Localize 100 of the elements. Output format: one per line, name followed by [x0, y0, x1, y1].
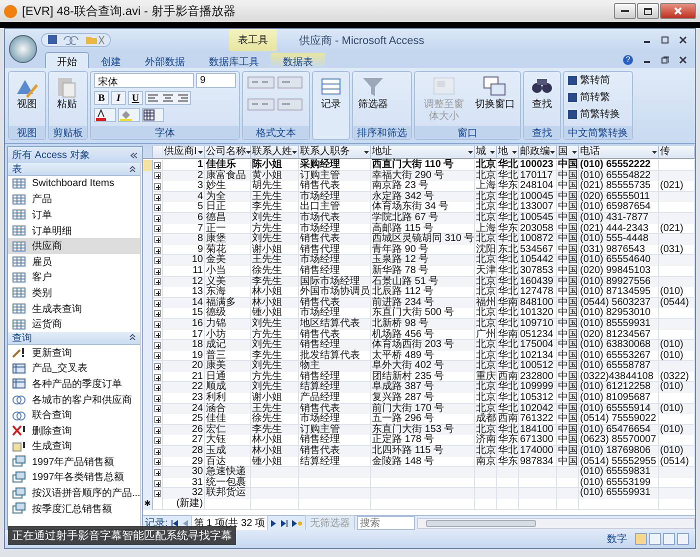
nav-item[interactable]: 1997年产品销售额: [8, 454, 140, 470]
ribbon-button[interactable]: 筛选器: [356, 73, 390, 112]
format-button[interactable]: U: [128, 91, 143, 105]
expand-icon[interactable]: [154, 310, 161, 318]
expand-icon[interactable]: [154, 394, 161, 402]
ribbon-tab[interactable]: 数据表: [271, 52, 325, 68]
maximize-button[interactable]: [637, 3, 659, 19]
search-field[interactable]: 搜索: [356, 516, 415, 530]
ribbon-tab[interactable]: 开始: [45, 52, 89, 68]
close-button[interactable]: [660, 3, 696, 19]
ribbon-button[interactable]: 切换窗口: [473, 73, 517, 112]
maximize-button[interactable]: [661, 36, 669, 44]
dropdown-arrow-icon[interactable]: [572, 150, 577, 154]
close-button[interactable]: [679, 36, 687, 44]
expand-icon[interactable]: [154, 162, 161, 169]
ribbon-tab[interactable]: 外部数据: [133, 52, 197, 68]
nav-section-header[interactable]: 查询: [8, 332, 140, 345]
nav-item[interactable]: 各种产品的季度订单: [8, 376, 140, 392]
column-header[interactable]: 公司名称: [205, 146, 251, 158]
dropdown-arrow-icon[interactable]: [550, 150, 555, 154]
gridlines-icon[interactable]: [142, 108, 164, 122]
ribbon-button[interactable]: 粘贴: [52, 73, 82, 112]
expand-icon[interactable]: [154, 204, 161, 212]
nav-item[interactable]: 按汉语拼音顺序的产品...: [8, 485, 140, 501]
font-name-field[interactable]: 宋体: [94, 73, 194, 88]
dropdown-arrow-icon[interactable]: [490, 150, 495, 154]
expand-icon[interactable]: [154, 437, 161, 444]
nav-item[interactable]: 运货商: [8, 316, 140, 332]
ribbon-button[interactable]: 简繁转换: [567, 107, 620, 121]
dropdown-arrow-icon[interactable]: [468, 150, 473, 154]
first-record-button[interactable]: [170, 520, 179, 526]
nav-item[interactable]: Switchboard Items: [8, 176, 140, 192]
last-record-button[interactable]: [280, 520, 289, 526]
column-header[interactable]: 城: [475, 146, 497, 158]
nav-item[interactable]: 订单: [8, 207, 140, 223]
dropdown-arrow-icon[interactable]: [652, 150, 657, 154]
expand-icon[interactable]: [154, 448, 161, 455]
ribbon-tab[interactable]: 创建: [89, 52, 133, 68]
font-color-icon[interactable]: [94, 108, 116, 122]
restore-button[interactable]: [661, 56, 669, 64]
column-header[interactable]: 地址: [371, 146, 475, 158]
ribbon-button[interactable]: 视图: [12, 73, 42, 112]
expand-icon[interactable]: [154, 320, 161, 328]
expand-icon[interactable]: [154, 194, 161, 201]
nav-section-header[interactable]: 表: [8, 163, 140, 176]
nav-item[interactable]: 产品_交叉表: [8, 360, 140, 376]
nav-item[interactable]: 订单明细: [8, 222, 140, 238]
expand-icon[interactable]: [154, 172, 161, 180]
horizontal-scrollbar[interactable]: [416, 518, 695, 528]
ribbon-button[interactable]: 简转繁: [567, 90, 620, 104]
ribbon-button[interactable]: 繁转简: [567, 73, 620, 87]
nav-item[interactable]: 按季度汇总销售额: [8, 500, 140, 516]
new-record-button[interactable]: [290, 520, 303, 526]
column-header[interactable]: 邮政编: [519, 146, 557, 158]
column-header[interactable]: 国: [557, 146, 579, 158]
expand-icon[interactable]: [154, 426, 161, 434]
expand-icon[interactable]: [154, 384, 161, 392]
expand-icon[interactable]: [154, 405, 161, 412]
next-record-button[interactable]: [270, 520, 278, 526]
column-header[interactable]: 地: [497, 146, 519, 158]
expand-icon[interactable]: [154, 374, 161, 381]
column-header[interactable]: 供应商I: [163, 146, 205, 158]
minimize-button[interactable]: [614, 3, 636, 19]
nav-item[interactable]: 1997年各类销售总额: [8, 470, 140, 486]
expand-icon[interactable]: [154, 225, 161, 232]
collapse-icon[interactable]: [129, 164, 136, 174]
expand-icon[interactable]: [154, 236, 161, 243]
nav-item[interactable]: 类别: [8, 285, 140, 301]
expand-icon[interactable]: [154, 300, 161, 307]
dropdown-arrow-icon[interactable]: [198, 150, 203, 154]
column-header[interactable]: 联系人姓: [251, 146, 299, 158]
nav-item[interactable]: 生成表查询: [8, 300, 140, 316]
expand-icon[interactable]: [154, 416, 161, 424]
close-button[interactable]: [679, 56, 687, 64]
format-button[interactable]: I: [111, 91, 126, 105]
nav-item[interactable]: 更新查询: [8, 344, 140, 361]
fill-color-icon[interactable]: [118, 108, 140, 122]
collapse-icon[interactable]: [130, 152, 138, 158]
expand-icon[interactable]: [154, 246, 161, 254]
expand-icon[interactable]: [154, 214, 161, 222]
nav-item[interactable]: 联合查询: [8, 407, 140, 423]
column-header[interactable]: 电话: [579, 146, 659, 158]
expand-icon[interactable]: [154, 182, 161, 190]
nav-item[interactable]: 产品: [8, 192, 140, 208]
office-button[interactable]: [9, 35, 37, 63]
nav-item[interactable]: 雇员: [8, 254, 140, 270]
dropdown-arrow-icon[interactable]: [292, 150, 297, 154]
nav-item[interactable]: 删除查询: [8, 422, 140, 438]
expand-icon[interactable]: [154, 352, 161, 360]
expand-icon[interactable]: [154, 363, 161, 370]
previous-record-button[interactable]: [180, 520, 189, 526]
nav-item[interactable]: 各城市的客户和供应商: [8, 392, 140, 408]
expand-icon[interactable]: [154, 278, 161, 286]
font-size-field[interactable]: 9: [196, 73, 236, 88]
column-header[interactable]: 联系人职务: [299, 146, 371, 158]
format-button[interactable]: B: [94, 91, 109, 105]
expand-icon[interactable]: [154, 331, 161, 338]
expand-icon[interactable]: [154, 480, 161, 487]
expand-icon[interactable]: [154, 342, 161, 349]
nav-item[interactable]: 客户: [8, 270, 140, 286]
